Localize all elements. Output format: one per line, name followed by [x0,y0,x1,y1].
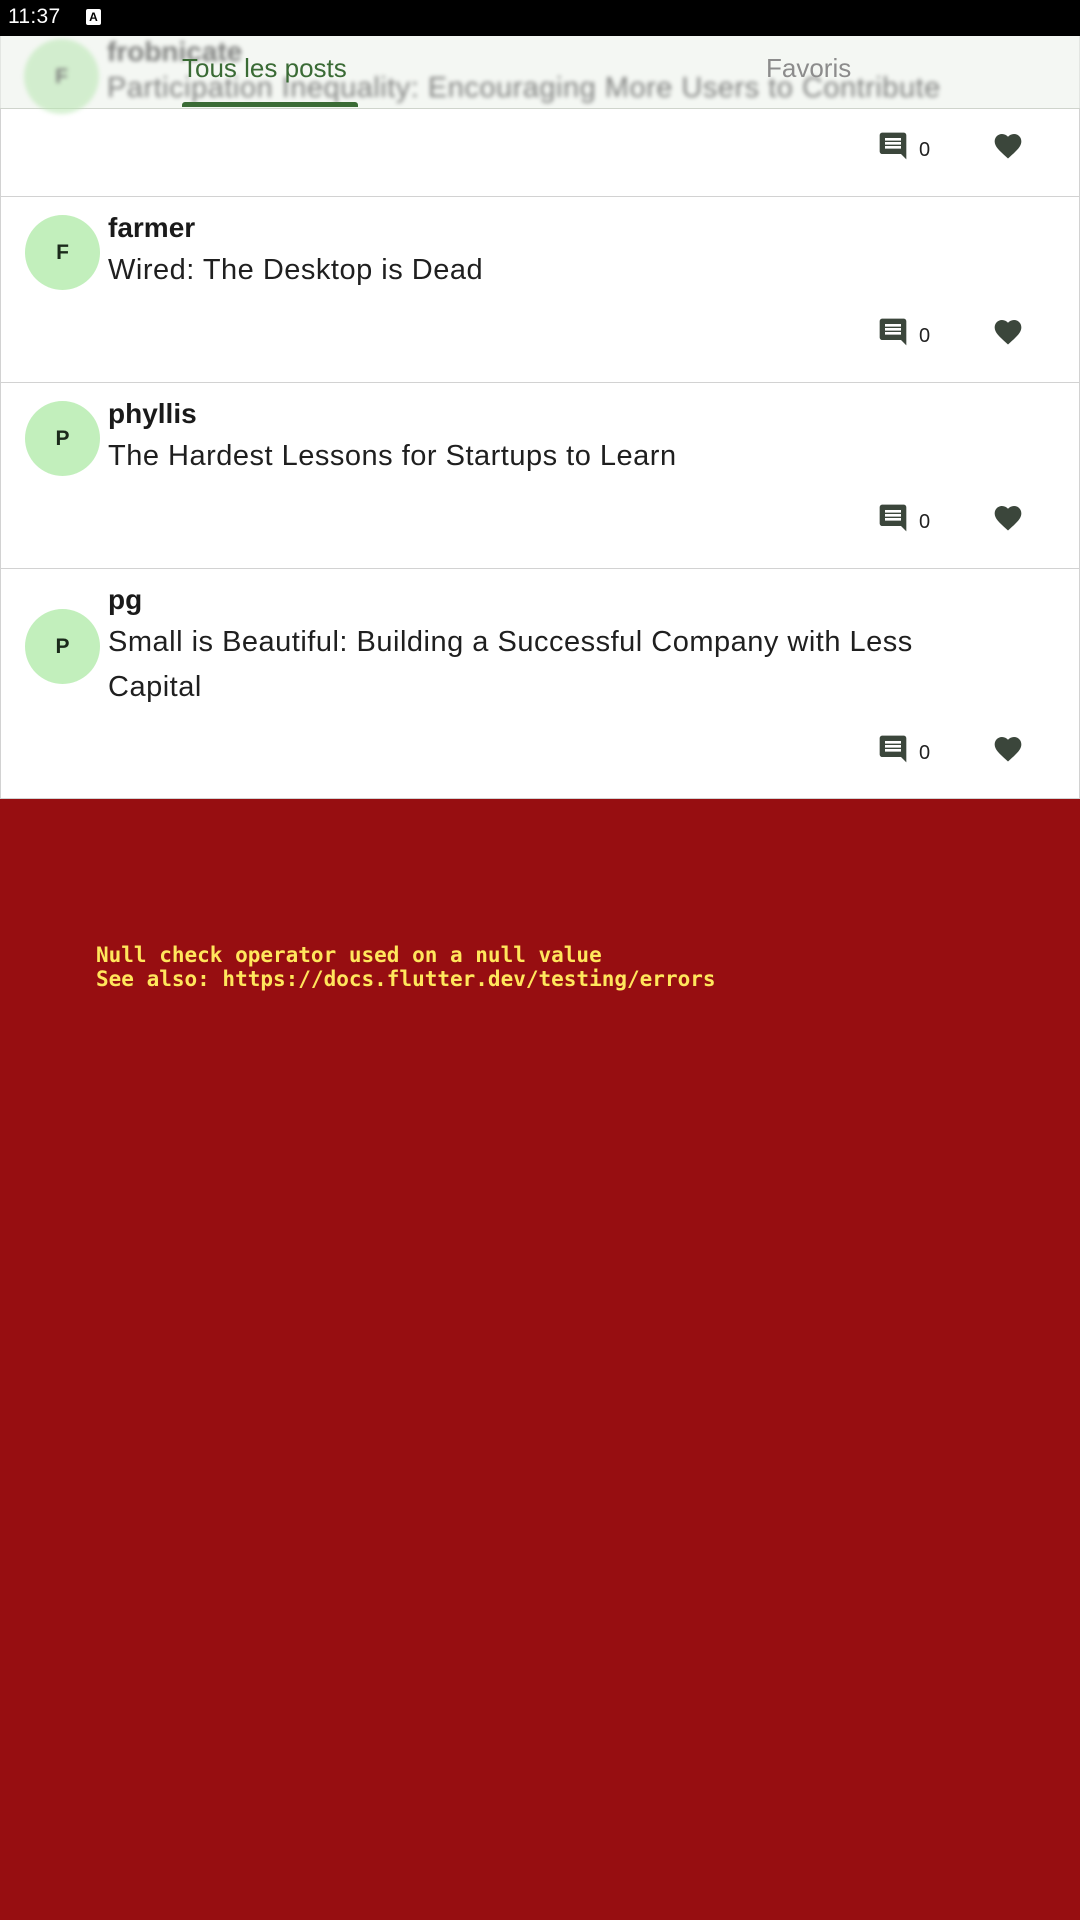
heart-icon[interactable] [991,316,1025,348]
comment-icon[interactable] [877,733,909,765]
post-title: Wired: The Desktop is Dead [108,254,484,286]
ghost-avatar: F [24,39,99,114]
tab-indicator [182,102,358,107]
comment-icon[interactable] [877,502,909,534]
heart-icon[interactable] [991,733,1025,765]
status-bar: 11:37 A [0,0,1080,36]
tab-bar: F frobnicate Participation Inequality: E… [0,36,1080,114]
avatar: F [25,215,100,290]
a-icon: A [86,9,101,25]
post-card[interactable]: P phyllis The Hardest Lessons for Startu… [0,383,1080,569]
error-panel: Null check operator used on a null value… [0,799,1080,1920]
heart-icon[interactable] [991,130,1025,162]
comment-count: 0 [919,325,931,347]
comment-count: 0 [919,139,931,161]
post-author: farmer [108,212,196,243]
post-card[interactable]: F farmer Wired: The Desktop is Dead 0 [0,197,1080,383]
error-see-also: See also: https://docs.flutter.dev/testi… [96,967,716,991]
post-author: phyllis [108,398,197,429]
post-title: The Hardest Lessons for Startups to Lear… [108,440,677,472]
error-message-line: Null check operator used on a null value [96,943,602,967]
comment-count: 0 [919,511,931,533]
heart-icon[interactable] [991,502,1025,534]
avatar: P [25,401,100,476]
comment-count: 0 [919,742,931,764]
tab-all-posts[interactable]: Tous les posts [182,52,347,84]
avatar: P [25,609,100,684]
post-title: Small is Beautiful: Building a Successfu… [108,626,913,703]
status-time: 11:37 [8,5,61,28]
tab-favorites[interactable]: Favoris [766,52,851,84]
post-author: pg [108,584,143,615]
post-card[interactable]: P pg Small is Beautiful: Building a Succ… [0,569,1080,799]
comment-icon[interactable] [877,316,909,348]
comment-icon[interactable] [877,130,909,162]
error-message: Null check operator used on a null value… [96,943,716,991]
